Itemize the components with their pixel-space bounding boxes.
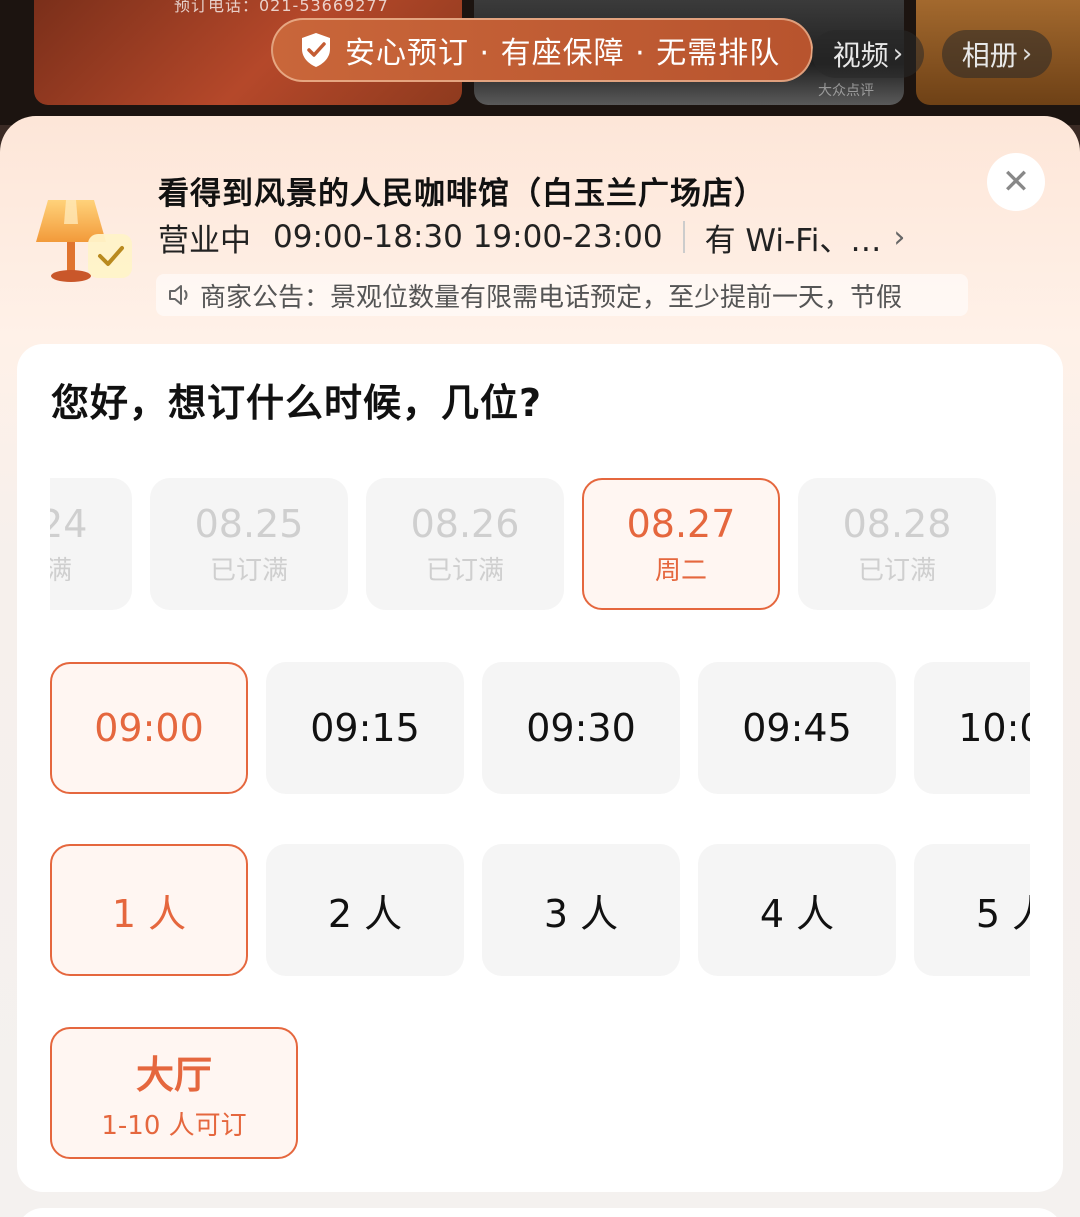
shop-info-row[interactable]: 营业中 09:00-18:30 19:00-23:00 有 Wi-Fi、… › <box>158 216 906 259</box>
shield-check-icon <box>302 33 330 67</box>
open-status: 营业中 <box>158 222 251 259</box>
area-name: 大厅 <box>135 1053 212 1097</box>
date-status: 已订满 <box>857 555 936 586</box>
date-status: 已订满 <box>209 555 288 586</box>
date-chip[interactable]: 08.24 已订满 <box>50 478 132 610</box>
area-capacity: 1-10 人可订 <box>101 1111 247 1141</box>
video-button[interactable]: 视频 › <box>812 30 924 78</box>
close-button[interactable]: ✕ <box>987 153 1045 211</box>
date-selector[interactable]: 08.24 已订满 08.25 已订满 08.26 已订满 08.27 周二 0… <box>50 478 1030 612</box>
booking-question: 您好，想订什么时候，几位? <box>51 381 543 425</box>
date-value: 08.24 <box>50 501 88 546</box>
video-label: 视频 <box>832 39 889 72</box>
party-size-chip[interactable]: 4 人 <box>698 844 896 976</box>
album-label: 相册 <box>961 39 1018 72</box>
guarantee-banner: 安心预订 · 有座保障 · 无需排队 <box>271 18 813 82</box>
facilities: 有 Wi-Fi、… <box>704 222 882 259</box>
album-button[interactable]: 相册 › <box>942 30 1052 78</box>
time-chip[interactable]: 09:15 <box>266 662 464 794</box>
merchant-notice[interactable]: 商家公告：景观位数量有限需电话预定，至少提前一天，节假 <box>156 274 968 316</box>
date-value: 08.25 <box>194 501 304 546</box>
date-status: 已订满 <box>425 555 504 586</box>
divider <box>682 221 685 253</box>
time-chip[interactable]: 09:45 <box>698 662 896 794</box>
booking-sheet: 看得到风景的人民咖啡馆（白玉兰广场店） ✕ 营业中 09:00-18:30 19… <box>0 116 1080 1217</box>
close-icon: ✕ <box>1001 162 1031 202</box>
business-hours: 09:00-18:30 19:00-23:00 <box>273 219 663 255</box>
notice-text: 商家公告：景观位数量有限需电话预定，至少提前一天，节假 <box>200 282 903 313</box>
date-value: 08.26 <box>410 501 520 546</box>
shop-name: 看得到风景的人民咖啡馆（白玉兰广场店） <box>158 176 766 212</box>
lamp-icon <box>36 200 132 282</box>
date-value: 08.27 <box>626 501 736 546</box>
phone-overlay-text: 预订电话：021-53669277 <box>174 0 389 15</box>
speaker-icon <box>169 285 188 305</box>
guarantee-text: 安心预订 · 有座保障 · 无需排队 <box>345 36 781 71</box>
time-chip-selected[interactable]: 09:00 <box>50 662 248 794</box>
party-size-chip-selected[interactable]: 1 人 <box>50 844 248 976</box>
time-chip[interactable]: 10:00 <box>914 662 1030 794</box>
booking-card: 您好，想订什么时候，几位? 08.24 已订满 08.25 已订满 08.26 … <box>17 344 1063 1192</box>
date-chip[interactable]: 08.25 已订满 <box>150 478 348 610</box>
chevron-right-icon: › <box>893 219 906 255</box>
date-chip-selected[interactable]: 08.27 周二 <box>582 478 780 610</box>
date-chip[interactable]: 08.26 已订满 <box>366 478 564 610</box>
watermark-text: 大众点评 <box>818 83 874 99</box>
seating-area-chip-selected[interactable]: 大厅 1-10 人可订 <box>50 1027 298 1159</box>
party-size-chip[interactable]: 5 人 <box>914 844 1030 976</box>
time-selector[interactable]: 09:00 09:15 09:30 09:45 10:00 <box>50 662 1030 796</box>
date-value: 08.28 <box>842 501 952 546</box>
party-size-chip[interactable]: 2 人 <box>266 844 464 976</box>
chevron-right-icon: › <box>892 39 904 69</box>
next-card-edge <box>17 1208 1063 1217</box>
date-chip[interactable]: 08.28 已订满 <box>798 478 996 610</box>
date-status: 已订满 <box>50 555 72 586</box>
time-chip[interactable]: 09:30 <box>482 662 680 794</box>
party-size-selector[interactable]: 1 人 2 人 3 人 4 人 5 人 <box>50 844 1030 978</box>
date-weekday: 周二 <box>654 555 707 586</box>
chevron-right-icon: › <box>1021 39 1033 69</box>
party-size-chip[interactable]: 3 人 <box>482 844 680 976</box>
